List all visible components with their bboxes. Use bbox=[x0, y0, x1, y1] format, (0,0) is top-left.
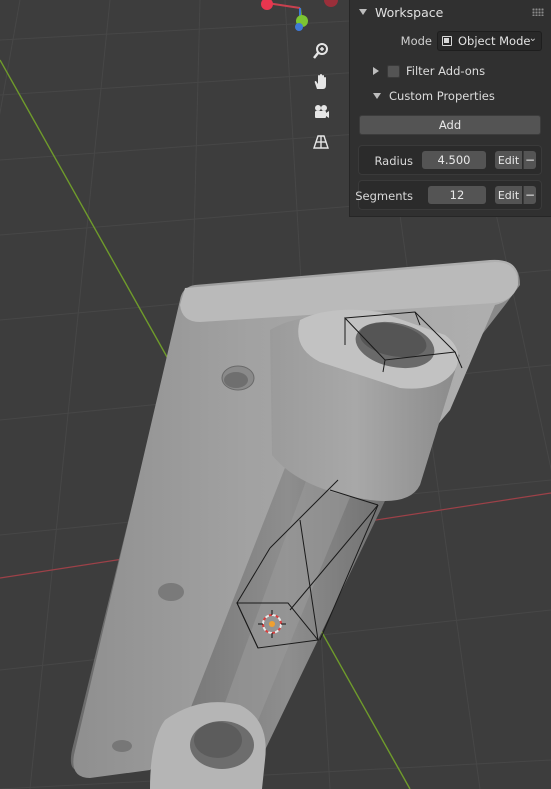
custom-properties-label: Custom Properties bbox=[389, 89, 495, 103]
object-mode-icon bbox=[442, 36, 452, 46]
edit-property-button[interactable]: Edit bbox=[495, 151, 522, 169]
remove-property-button[interactable]: − bbox=[523, 186, 536, 204]
grid-perspective-icon[interactable] bbox=[312, 133, 338, 159]
remove-property-button[interactable]: − bbox=[523, 151, 536, 169]
workspace-panel-header[interactable]: Workspace bbox=[350, 0, 551, 24]
mode-value: Object Mode bbox=[458, 34, 531, 48]
plate-hole bbox=[158, 583, 184, 601]
workspace-panel: Workspace Mode Object Mode ⌄ Filter Add-… bbox=[349, 0, 551, 217]
zoom-icon[interactable] bbox=[312, 42, 338, 68]
mode-label: Mode bbox=[400, 34, 432, 48]
property-name: Segments bbox=[355, 189, 413, 203]
collapse-arrow-icon[interactable] bbox=[373, 93, 381, 99]
property-row-segments: Segments 12 Edit − bbox=[355, 180, 542, 210]
orientation-gizmo bbox=[261, 0, 338, 31]
panel-title: Workspace bbox=[375, 4, 444, 20]
mode-select[interactable]: Object Mode ⌄ bbox=[437, 31, 542, 51]
property-value-field[interactable]: 12 bbox=[428, 186, 486, 204]
expand-arrow-icon[interactable] bbox=[373, 67, 379, 75]
collapse-arrow-icon[interactable] bbox=[359, 9, 367, 15]
filter-addons-checkbox[interactable] bbox=[387, 64, 400, 78]
property-row-radius: Radius 4.500 Edit − bbox=[358, 145, 542, 175]
edit-property-button[interactable]: Edit bbox=[495, 186, 522, 204]
property-value-field[interactable]: 4.500 bbox=[422, 151, 486, 169]
drag-grip-icon[interactable] bbox=[532, 8, 544, 16]
chevron-down-icon: ⌄ bbox=[528, 33, 537, 44]
property-name: Radius bbox=[374, 154, 413, 168]
hand-pan-icon[interactable] bbox=[312, 73, 338, 99]
filter-addons-label: Filter Add-ons bbox=[406, 64, 486, 78]
custom-properties-row[interactable]: Custom Properties bbox=[350, 88, 551, 104]
mode-row: Mode Object Mode ⌄ bbox=[350, 31, 551, 51]
plate-hole bbox=[112, 740, 132, 752]
camera-icon[interactable] bbox=[312, 103, 338, 129]
add-property-button[interactable]: Add bbox=[359, 115, 541, 135]
filter-addons-row[interactable]: Filter Add-ons bbox=[350, 63, 551, 79]
